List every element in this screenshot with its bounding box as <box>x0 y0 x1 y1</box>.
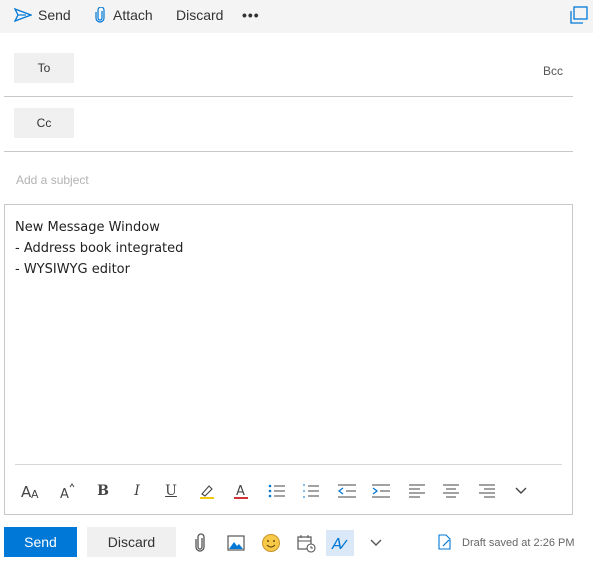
format-toolbar-divider <box>15 464 562 465</box>
toolbar-send-button[interactable]: Send <box>14 0 71 30</box>
to-label: To <box>37 61 51 75</box>
toolbar-attach-button[interactable]: Attach <box>95 0 153 30</box>
command-bar: Send Attach Discard ••• <box>0 0 593 33</box>
schedule-meeting-icon[interactable] <box>292 530 320 556</box>
increase-indent-icon[interactable] <box>367 477 395 505</box>
message-body-editor[interactable]: New Message Window - Address book integr… <box>4 204 573 515</box>
draft-status-text: Draft saved at 2:26 PM <box>462 537 575 549</box>
font-size-icon[interactable]: AA <box>17 477 45 505</box>
bullets-icon[interactable] <box>263 477 291 505</box>
to-button[interactable]: To <box>14 53 74 83</box>
svg-text:A: A <box>236 484 245 499</box>
subject-input[interactable] <box>16 166 566 194</box>
to-row: To Bcc <box>4 52 573 97</box>
grow-font-icon[interactable]: A <box>53 477 81 505</box>
body-line: - Address book integrated <box>15 241 184 256</box>
toolbar-discard-button[interactable]: Discard <box>176 0 223 30</box>
bcc-link[interactable]: Bcc <box>543 64 563 78</box>
format-text-icon[interactable]: A <box>326 530 354 556</box>
bold-icon[interactable]: B <box>89 477 117 505</box>
emoji-icon[interactable] <box>257 530 285 556</box>
bcc-label: Bcc <box>542 64 563 78</box>
italic-icon[interactable]: I <box>123 477 151 505</box>
pop-out-icon[interactable] <box>569 5 589 25</box>
format-toolbar: AA A B I U A <box>5 477 572 507</box>
highlight-icon[interactable] <box>193 477 221 505</box>
toolbar-send-label: Send <box>38 7 71 23</box>
send-button-label: Send <box>24 534 57 550</box>
send-icon <box>14 8 32 22</box>
paperclip-icon <box>95 7 105 23</box>
svg-text:A: A <box>31 488 39 500</box>
align-center-icon[interactable] <box>437 477 465 505</box>
svg-text:A: A <box>60 487 69 500</box>
toolbar-attach-label: Attach <box>113 7 153 23</box>
body-line: New Message Window <box>15 220 160 235</box>
svg-text:A: A <box>331 535 342 552</box>
message-body-text[interactable]: New Message Window - Address book integr… <box>15 217 183 280</box>
draft-saved-icon <box>438 533 452 553</box>
cc-button[interactable]: Cc <box>14 108 74 138</box>
toolbar-discard-label: Discard <box>176 7 224 23</box>
discard-button[interactable]: Discard <box>87 527 176 557</box>
decrease-indent-icon[interactable] <box>333 477 361 505</box>
cc-row: Cc <box>4 107 573 152</box>
insert-picture-icon[interactable] <box>222 530 250 556</box>
align-right-icon[interactable] <box>473 477 501 505</box>
more-icon: ••• <box>242 7 260 23</box>
draft-status: Draft saved at 2:26 PM <box>438 533 575 553</box>
more-actions-chevron-icon[interactable] <box>362 530 390 556</box>
discard-button-label: Discard <box>107 534 156 550</box>
numbering-icon[interactable] <box>297 477 325 505</box>
font-color-icon[interactable]: A <box>227 477 255 505</box>
more-formatting-icon[interactable] <box>507 477 535 505</box>
more-options-button[interactable]: ••• <box>242 0 260 30</box>
send-button[interactable]: Send <box>4 527 77 557</box>
underline-icon[interactable]: U <box>157 477 185 505</box>
attach-file-icon[interactable] <box>186 530 214 556</box>
body-line: - WYSIWYG editor <box>15 262 130 277</box>
align-left-icon[interactable] <box>403 477 431 505</box>
cc-label: Cc <box>36 116 52 130</box>
